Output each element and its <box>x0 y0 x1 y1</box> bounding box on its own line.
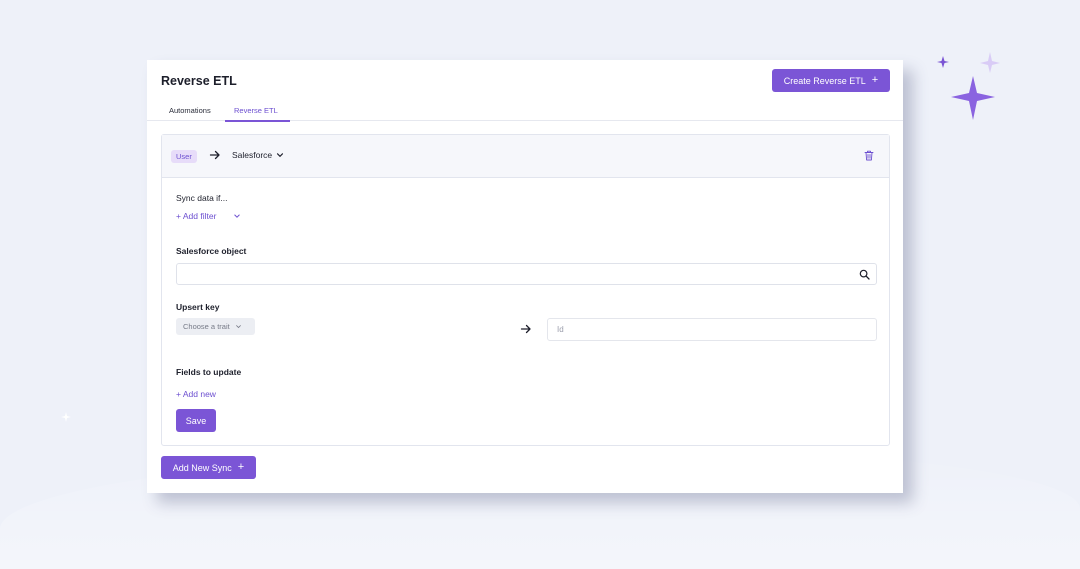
search-icon[interactable] <box>859 269 870 280</box>
sync-card-header: User Salesforce <box>162 135 889 178</box>
upsert-key-label: Upsert key <box>176 302 220 312</box>
tab-automations[interactable]: Automations <box>169 106 211 115</box>
arrow-right-icon <box>520 324 531 334</box>
trait-select[interactable]: Choose a trait <box>176 318 255 335</box>
plus-icon: + <box>237 461 245 473</box>
trait-select-value: Choose a trait <box>183 322 230 331</box>
reverse-etl-window: Reverse ETL Create Reverse ETL + Automat… <box>147 60 903 493</box>
arrow-right-icon <box>209 150 220 160</box>
save-button[interactable]: Save <box>176 409 216 432</box>
destination-label: Salesforce <box>232 150 273 160</box>
sparkle-large-icon <box>951 76 995 120</box>
sync-if-label: Sync data if... <box>176 193 228 203</box>
add-new-sync-button[interactable]: Add New Sync + <box>161 456 256 479</box>
filter-chevron-down-icon[interactable] <box>233 212 241 220</box>
add-new-field-link[interactable]: + Add new <box>176 389 216 399</box>
trash-icon[interactable] <box>864 150 874 161</box>
plus-icon: + <box>871 74 879 86</box>
active-tab-indicator <box>225 120 290 122</box>
create-reverse-etl-label: Create Reverse ETL <box>783 75 866 86</box>
fields-to-update-label: Fields to update <box>176 367 242 377</box>
create-reverse-etl-button[interactable]: Create Reverse ETL + <box>772 69 890 92</box>
add-new-sync-label: Add New Sync <box>172 462 232 473</box>
source-badge: User <box>171 150 197 163</box>
sparkle-small-icon <box>937 56 949 68</box>
sparkle-faint-icon <box>61 412 71 422</box>
salesforce-object-search-input[interactable] <box>176 263 877 285</box>
tab-reverse-etl[interactable]: Reverse ETL <box>234 106 278 115</box>
chevron-down-icon <box>277 153 284 158</box>
sparkle-light-icon <box>980 52 1000 73</box>
salesforce-object-label: Salesforce object <box>176 246 247 256</box>
destination-dropdown[interactable]: Salesforce <box>232 150 284 160</box>
chevron-down-icon <box>235 325 241 329</box>
tab-bar: Automations Reverse ETL <box>147 100 903 122</box>
sync-card: User Salesforce Sync data if... + Add fi… <box>161 134 890 446</box>
id-field-input[interactable] <box>547 318 877 341</box>
page-title: Reverse ETL <box>161 74 237 88</box>
add-filter-link[interactable]: + Add filter <box>176 211 216 221</box>
